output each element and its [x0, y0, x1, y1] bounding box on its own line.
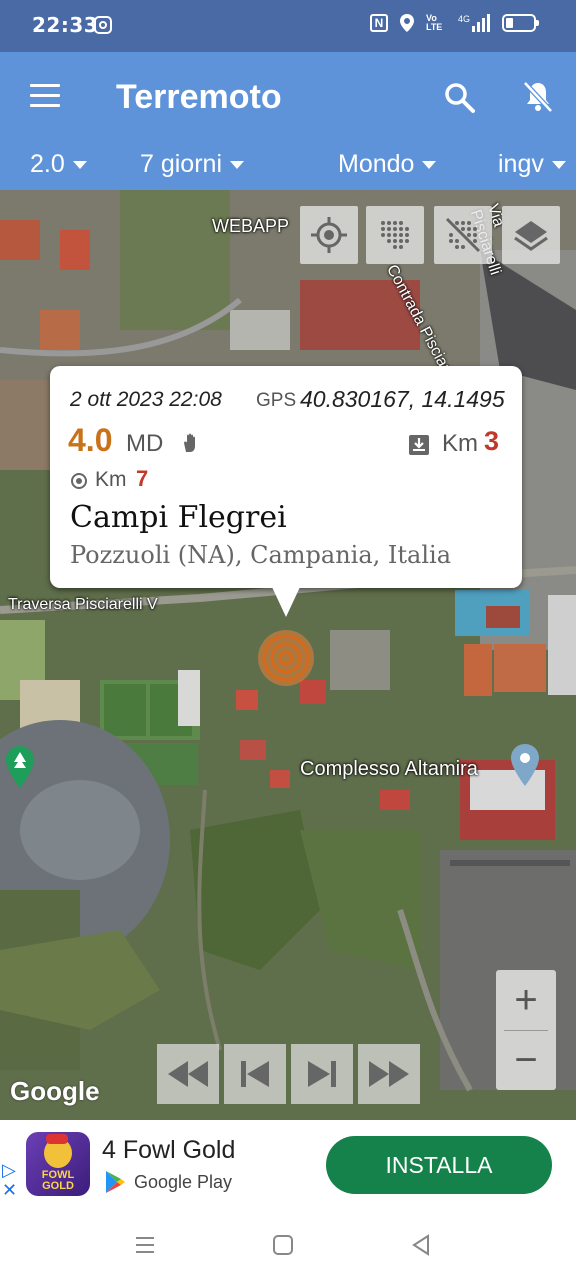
search-icon[interactable] — [444, 82, 476, 114]
period-filter[interactable]: 7 giorni — [140, 150, 244, 179]
zoom-in-button[interactable]: + — [496, 970, 556, 1030]
caret-down-icon — [551, 160, 566, 169]
zoom-out-button[interactable]: − — [496, 1030, 556, 1090]
layers-button[interactable] — [502, 206, 560, 264]
ad-title[interactable]: 4 Fowl Gold — [102, 1136, 235, 1165]
app-icon[interactable]: FOWL GOLD — [26, 1132, 90, 1196]
magnitude-filter[interactable]: 2.0 — [30, 150, 87, 179]
google-play-icon — [106, 1171, 125, 1193]
rewind-button[interactable] — [157, 1044, 219, 1104]
status-bar: 22:33 N Vo LTE 4G — [0, 0, 576, 52]
depth-value: 3 — [484, 426, 500, 456]
event-date: 2 ott 2023 22:08 — [70, 388, 222, 411]
rewind-icon — [168, 1061, 208, 1087]
map-label-traversa: Traversa Pisciarelli V — [8, 596, 158, 613]
caret-down-icon — [230, 160, 244, 169]
crosshair-icon — [311, 217, 347, 253]
recent-apps-icon[interactable] — [132, 1232, 158, 1258]
home-icon[interactable] — [270, 1232, 296, 1258]
event-region: Pozzuoli (NA), Campania, Italia — [70, 541, 452, 569]
earthquake-info-popup[interactable]: 2 ott 2023 22:08 GPS 40.830167, 14.1495 … — [50, 366, 522, 588]
source-filter[interactable]: ingv — [498, 150, 566, 179]
app-title: Terremoto — [116, 78, 282, 116]
install-button[interactable]: INSTALLA — [326, 1136, 552, 1194]
app-bar: Terremoto 2.0 7 giorni Mondo ingv — [0, 52, 576, 190]
menu-icon[interactable] — [30, 84, 60, 108]
notifications-off-icon[interactable] — [522, 80, 554, 114]
layers-icon — [514, 221, 548, 251]
depth-unit: Km — [442, 430, 478, 457]
next-button[interactable] — [291, 1044, 353, 1104]
magnitude-value: 4.0 — [68, 422, 113, 458]
ad-banner[interactable]: ▷ ✕ FOWL GOLD 4 Fowl Gold Google Play INS… — [0, 1120, 576, 1210]
map-view[interactable]: WEBAPP Contrada Pisciarelli Via Pisciare… — [0, 190, 576, 1120]
ad-store: Google Play — [134, 1172, 233, 1192]
dots-grid-off-icon — [445, 217, 481, 253]
app-icon-text: FOWL GOLD — [41, 1169, 75, 1192]
my-location-button[interactable] — [300, 206, 358, 264]
region-filter[interactable]: Mondo — [338, 150, 437, 179]
hand-icon — [184, 433, 195, 452]
popup-tail — [272, 587, 300, 617]
magnitude-filter-label: 2.0 — [30, 150, 65, 178]
event-place: Campi Flegrei — [70, 500, 287, 535]
filter-bar: 2.0 7 giorni Mondo ingv — [0, 148, 576, 188]
back-icon[interactable] — [408, 1232, 434, 1258]
distance-location-icon — [71, 473, 87, 489]
gps-coordinates: 40.830167, 14.1495 — [300, 386, 505, 412]
system-nav-bar — [0, 1210, 576, 1280]
park-marker-icon[interactable] — [4, 746, 36, 788]
caret-down-icon — [422, 160, 437, 169]
skip-next-icon — [308, 1061, 336, 1087]
magnitude-type: MD — [126, 430, 164, 457]
nfc-icon: N — [369, 14, 388, 32]
network-label: 4G — [457, 14, 470, 24]
source-filter-label: ingv — [498, 150, 544, 178]
heatmap-button[interactable] — [366, 206, 424, 264]
fast-forward-icon — [369, 1061, 409, 1087]
status-time: 22:33 — [32, 13, 99, 37]
depth-icon — [409, 435, 429, 455]
fast-forward-button[interactable] — [358, 1044, 420, 1104]
heatmap-off-button[interactable] — [434, 206, 492, 264]
distance-value: 7 — [136, 466, 149, 491]
poi-marker-icon[interactable] — [510, 744, 540, 786]
signal-icon: 4G — [458, 14, 490, 32]
instagram-icon — [94, 16, 112, 34]
dots-grid-icon — [381, 221, 409, 249]
volte-icon: Vo LTE — [425, 13, 443, 32]
battery-icon — [502, 14, 539, 32]
period-filter-label: 7 giorni — [140, 150, 222, 178]
distance-unit: Km — [95, 468, 127, 491]
google-logo: Google — [10, 1076, 100, 1106]
map-label-webapp: WEBAPP — [212, 216, 290, 236]
caret-down-icon — [72, 160, 87, 169]
skip-previous-icon — [241, 1061, 269, 1087]
region-filter-label: Mondo — [338, 150, 415, 178]
epicenter-marker-icon[interactable] — [256, 628, 316, 688]
previous-button[interactable] — [224, 1044, 286, 1104]
zoom-controls: + − — [496, 970, 556, 1090]
gps-label: GPS — [256, 390, 297, 411]
adchoices-icon[interactable]: ▷ ✕ — [2, 1160, 17, 1200]
map-label-poi[interactable]: Complesso Altamira — [300, 758, 478, 781]
location-icon — [399, 14, 414, 32]
